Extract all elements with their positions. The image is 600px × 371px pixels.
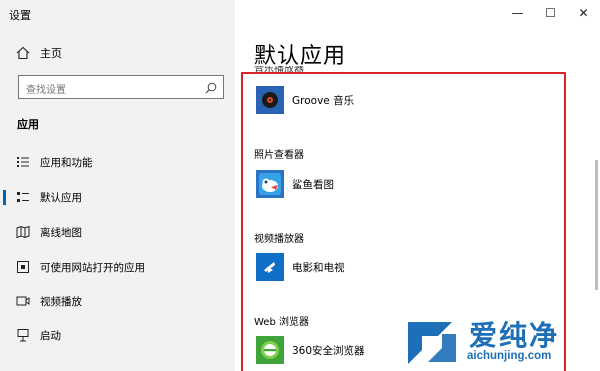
- offline-maps-icon: [16, 225, 30, 239]
- scrollbar[interactable]: [595, 160, 598, 290]
- video-playback-icon: [16, 294, 30, 308]
- window-controls: — ☐ ✕: [501, 0, 600, 26]
- maximize-button[interactable]: ☐: [534, 0, 567, 26]
- shark-viewer-icon: [256, 170, 284, 198]
- sidebar-section-label: 应用: [17, 118, 39, 131]
- default-app-video[interactable]: 电影和电视: [256, 253, 345, 281]
- watermark-brand: 爱纯净: [469, 319, 560, 352]
- category-label: Web 浏览器: [254, 317, 309, 328]
- sidebar-item-offline-maps[interactable]: 离线地图: [0, 219, 235, 245]
- sidebar-item-video-playback[interactable]: 视频播放: [0, 288, 235, 314]
- home-icon: [15, 45, 31, 61]
- apps-list-icon: [16, 155, 30, 169]
- 360-browser-icon: [256, 336, 284, 364]
- sidebar-item-label: 视频播放: [40, 295, 82, 308]
- app-name: 电影和电视: [292, 261, 345, 274]
- movies-tv-icon: [256, 253, 284, 281]
- sidebar-item-label: 应用和功能: [40, 156, 93, 169]
- app-name: 360安全浏览器: [292, 344, 365, 357]
- app-name: 鲨鱼看图: [292, 178, 334, 191]
- app-name: Groove 音乐: [292, 94, 355, 107]
- default-app-photos[interactable]: 鲨鱼看图: [256, 170, 334, 198]
- sidebar-item-startup[interactable]: 启动: [0, 322, 235, 348]
- watermark-logo-icon: [408, 322, 456, 364]
- sidebar-item-label: 启动: [40, 329, 61, 342]
- sidebar-item-label: 默认应用: [40, 191, 82, 204]
- watermark-url: aichunjing.com: [467, 350, 552, 362]
- category-label: 视频播放器: [254, 234, 304, 245]
- default-app-music[interactable]: Groove 音乐: [256, 86, 354, 114]
- search-input[interactable]: 查找设置: [18, 75, 224, 99]
- category-label: 照片查看器: [254, 150, 304, 161]
- sidebar-item-apps-for-websites[interactable]: 可使用网站打开的应用: [0, 254, 235, 280]
- sidebar-item-home[interactable]: 主页: [15, 45, 62, 61]
- sidebar-item-label: 离线地图: [40, 226, 82, 239]
- minimize-button[interactable]: —: [501, 0, 534, 26]
- window-title: 设置: [9, 9, 31, 22]
- watermark: 爱纯净 aichunjing.com: [398, 312, 600, 371]
- sidebar: 设置 主页 查找设置 应用 应用和功能 默认应用 离线地图 可使用网站打开的应用…: [0, 0, 235, 371]
- open-with-web-icon: [16, 260, 30, 274]
- home-label: 主页: [40, 47, 62, 60]
- sidebar-item-label: 可使用网站打开的应用: [40, 261, 145, 274]
- close-button[interactable]: ✕: [567, 0, 600, 26]
- startup-icon: [16, 328, 30, 342]
- sidebar-item-apps-features[interactable]: 应用和功能: [0, 149, 235, 175]
- default-apps-icon: [16, 190, 30, 204]
- default-app-browser[interactable]: 360安全浏览器: [256, 336, 365, 364]
- sidebar-item-default-apps[interactable]: 默认应用: [0, 184, 235, 210]
- search-placeholder: 查找设置: [26, 85, 66, 96]
- search-icon[interactable]: [204, 80, 218, 94]
- groove-music-icon: [256, 86, 284, 114]
